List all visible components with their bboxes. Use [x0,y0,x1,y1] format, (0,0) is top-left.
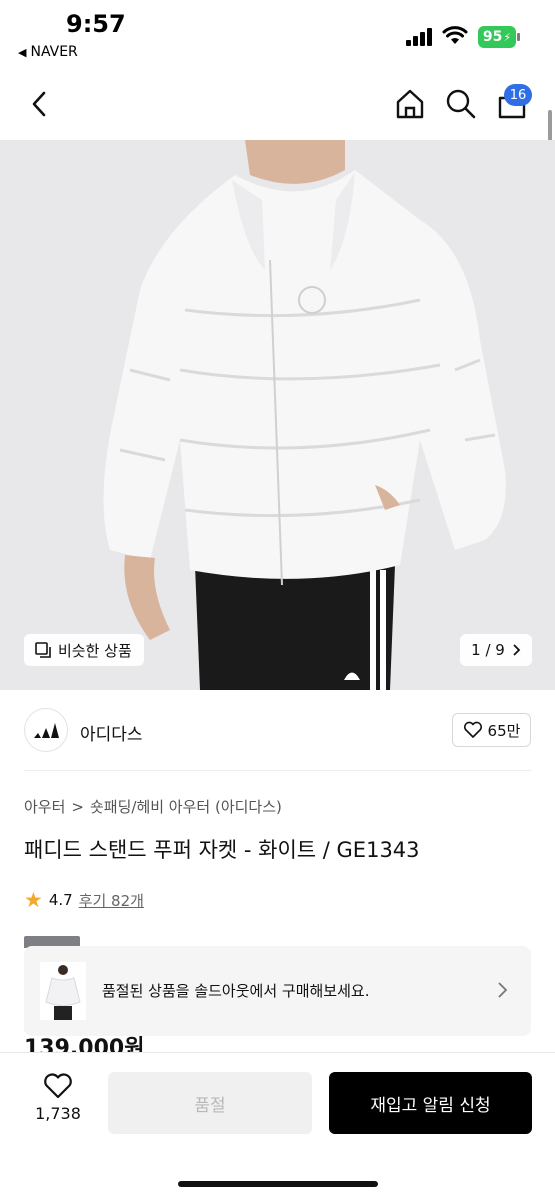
back-app-label: NAVER [30,44,78,60]
soldout-product-thumbnail [40,962,86,1020]
home-button[interactable] [392,86,428,122]
cellular-signal-icon [406,28,434,46]
product-rating: ★ 4.7 후기 82개 [24,888,144,912]
heart-outline-icon [44,1073,72,1099]
chevron-right-icon [498,982,508,998]
reviews-link[interactable]: 후기 82개 [79,890,144,911]
status-bar: 9:57 ◀ NAVER 95 ⚡ [0,0,555,72]
chevron-right-icon [513,644,521,656]
top-nav [0,72,555,138]
similar-items-icon [35,642,51,658]
rating-value: 4.7 [48,891,73,909]
back-to-app-link[interactable]: ◀ NAVER [18,44,78,60]
product-title: 패디드 스탠드 푸퍼 자켓 - 화이트 / GE1343 [24,838,420,862]
brand-like-button[interactable]: 65만 [452,713,531,747]
brand-name[interactable]: 아디다스 [80,720,143,745]
product-photo [0,140,555,690]
breadcrumb-item-category[interactable]: 숏패딩/헤비 아우터 (아디다스) [90,796,282,817]
back-chevron-icon [32,91,46,117]
similar-products-button[interactable]: 비슷한 상품 [24,634,144,666]
soldout-message: 품절된 상품을 솔드아웃에서 구매해보세요. [102,982,370,1000]
wishlist-button[interactable]: 1,738 [30,1072,86,1132]
wifi-icon [442,26,468,44]
back-button[interactable] [22,86,58,122]
similar-products-label: 비슷한 상품 [58,641,132,660]
battery-indicator: 95 ⚡ [478,26,516,48]
cart-count-badge: 16 [504,84,532,106]
battery-level: 95 [482,29,503,45]
breadcrumb-item-outer[interactable]: 아우터 [24,796,65,817]
pager-text: 1 / 9 [471,641,505,659]
divider [24,770,531,771]
brand-like-count: 65만 [487,721,521,740]
breadcrumb-separator: > [71,797,84,816]
soldout-button[interactable]: 품절 [108,1072,312,1134]
restock-notify-button[interactable]: 재입고 알림 신청 [329,1072,532,1134]
status-time: 9:57 [66,10,126,38]
search-button[interactable] [443,86,479,122]
home-indicator [178,1181,378,1187]
wishlist-count: 1,738 [35,1104,81,1123]
home-icon [396,89,424,119]
soldout-promo-card[interactable]: 품절된 상품을 솔드아웃에서 구매해보세요. [24,946,531,1036]
heart-outline-icon [463,721,482,738]
search-icon [446,89,476,119]
adidas-logo-icon [34,723,59,738]
star-icon: ★ [24,888,43,912]
back-triangle-icon: ◀ [18,45,27,59]
battery-cap [517,33,520,41]
image-pager[interactable]: 1 / 9 [460,634,532,666]
breadcrumb: 아우터 > 숏패딩/헤비 아우터 (아디다스) [24,796,282,817]
brand-logo[interactable] [24,708,68,752]
product-image-gallery[interactable] [0,140,555,690]
